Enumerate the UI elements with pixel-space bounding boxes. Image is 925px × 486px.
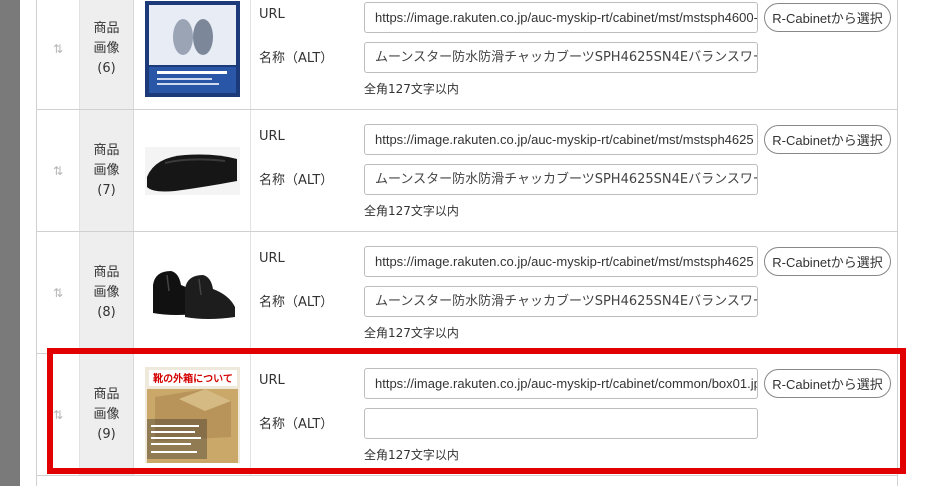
drag-arrows-icon: ⇅: [52, 41, 64, 56]
url-label: URL: [259, 373, 285, 388]
r-cabinet-select-button[interactable]: R-Cabinetから選択: [764, 125, 891, 154]
black-boot-closeup-image: [144, 146, 240, 195]
url-label: URL: [259, 251, 285, 266]
row-label: 商品 画像 (8): [80, 232, 134, 353]
drag-handle[interactable]: ⇅: [37, 0, 80, 109]
drag-handle[interactable]: ⇅: [37, 354, 80, 475]
row-label-line1: 商品: [93, 386, 120, 402]
r-cabinet-select-button[interactable]: R-Cabinetから選択: [764, 369, 891, 398]
row-label-line1: 商品: [93, 142, 120, 158]
table-row: ⇅ 商品 画像 (8) URL https://image.rakuten.co…: [37, 232, 897, 354]
balance-works-flyer-image: [144, 0, 240, 97]
thumbnail-cell: [134, 0, 251, 109]
alt-label: 名称（ALT）: [259, 417, 334, 432]
alt-input[interactable]: ムーンスター防水防滑チャッカブーツSPH4625SN4Eバランスワー: [364, 42, 758, 73]
row-label-index: (8): [97, 304, 116, 320]
image-fields: URL https://image.rakuten.co.jp/auc-mysk…: [251, 0, 897, 109]
box-notice-caption: 靴の外箱について: [153, 372, 233, 385]
black-chukka-boots-image: [144, 262, 240, 323]
row-label: 商品 画像 (7): [80, 110, 134, 231]
thumbnail-cell: 靴の外箱について: [134, 354, 251, 475]
drag-handle[interactable]: ⇅: [37, 110, 80, 231]
drag-handle[interactable]: ⇅: [37, 232, 80, 353]
row-label-index: (9): [97, 426, 116, 442]
drag-arrows-icon: ⇅: [52, 163, 64, 178]
url-input[interactable]: https://image.rakuten.co.jp/auc-myskip-r…: [364, 246, 758, 277]
thumbnail-cell: [134, 232, 251, 353]
alt-hint: 全角127文字以内: [364, 204, 459, 218]
row-label: 商品 画像 (6): [80, 0, 134, 109]
row-label-index: (6): [97, 60, 116, 76]
row-label-line1: 商品: [93, 264, 120, 280]
table-row: ⇅ 商品 画像 (7) URL https://image.rakuten.co…: [37, 110, 897, 232]
alt-input[interactable]: [364, 408, 758, 439]
product-image-table: ⇅ 商品 画像 (6) URL https://image.rakuten.co…: [36, 0, 898, 476]
alt-label: 名称（ALT）: [259, 173, 334, 188]
image-fields: URL https://image.rakuten.co.jp/auc-mysk…: [251, 354, 897, 475]
row-label-line1: 商品: [93, 20, 120, 36]
row-label-index: (7): [97, 182, 116, 198]
drag-arrows-icon: ⇅: [52, 285, 64, 300]
url-input[interactable]: https://image.rakuten.co.jp/auc-myskip-r…: [364, 368, 758, 399]
page-left-gutter: [20, 0, 37, 486]
url-input[interactable]: https://image.rakuten.co.jp/auc-myskip-r…: [364, 2, 758, 33]
image-fields: URL https://image.rakuten.co.jp/auc-mysk…: [251, 110, 897, 231]
page-left-margin: [0, 0, 20, 486]
row-label-line2: 画像: [93, 162, 120, 178]
table-row: ⇅ 商品 画像 (6) URL https://image.rakuten.co…: [37, 0, 897, 110]
next-row-edge: [36, 476, 898, 486]
image-fields: URL https://image.rakuten.co.jp/auc-mysk…: [251, 232, 897, 353]
url-label: URL: [259, 7, 285, 22]
shoe-box-notice-image: 靴の外箱について: [144, 366, 240, 463]
url-label: URL: [259, 129, 285, 144]
row-label-line2: 画像: [93, 40, 120, 56]
url-input[interactable]: https://image.rakuten.co.jp/auc-myskip-r…: [364, 124, 758, 155]
r-cabinet-select-button[interactable]: R-Cabinetから選択: [764, 247, 891, 276]
thumbnail-cell: [134, 110, 251, 231]
alt-input[interactable]: ムーンスター防水防滑チャッカブーツSPH4625SN4Eバランスワー: [364, 286, 758, 317]
table-row: ⇅ 商品 画像 (9) 靴の外箱について URL https://image.r…: [37, 354, 897, 476]
alt-input[interactable]: ムーンスター防水防滑チャッカブーツSPH4625SN4Eバランスワー: [364, 164, 758, 195]
alt-label: 名称（ALT）: [259, 51, 334, 66]
row-label-line2: 画像: [93, 406, 120, 422]
row-label: 商品 画像 (9): [80, 354, 134, 475]
alt-hint: 全角127文字以内: [364, 448, 459, 462]
row-label-line2: 画像: [93, 284, 120, 300]
r-cabinet-select-button[interactable]: R-Cabinetから選択: [764, 3, 891, 32]
alt-label: 名称（ALT）: [259, 295, 334, 310]
alt-hint: 全角127文字以内: [364, 82, 459, 96]
drag-arrows-icon: ⇅: [52, 407, 64, 422]
alt-hint: 全角127文字以内: [364, 326, 459, 340]
